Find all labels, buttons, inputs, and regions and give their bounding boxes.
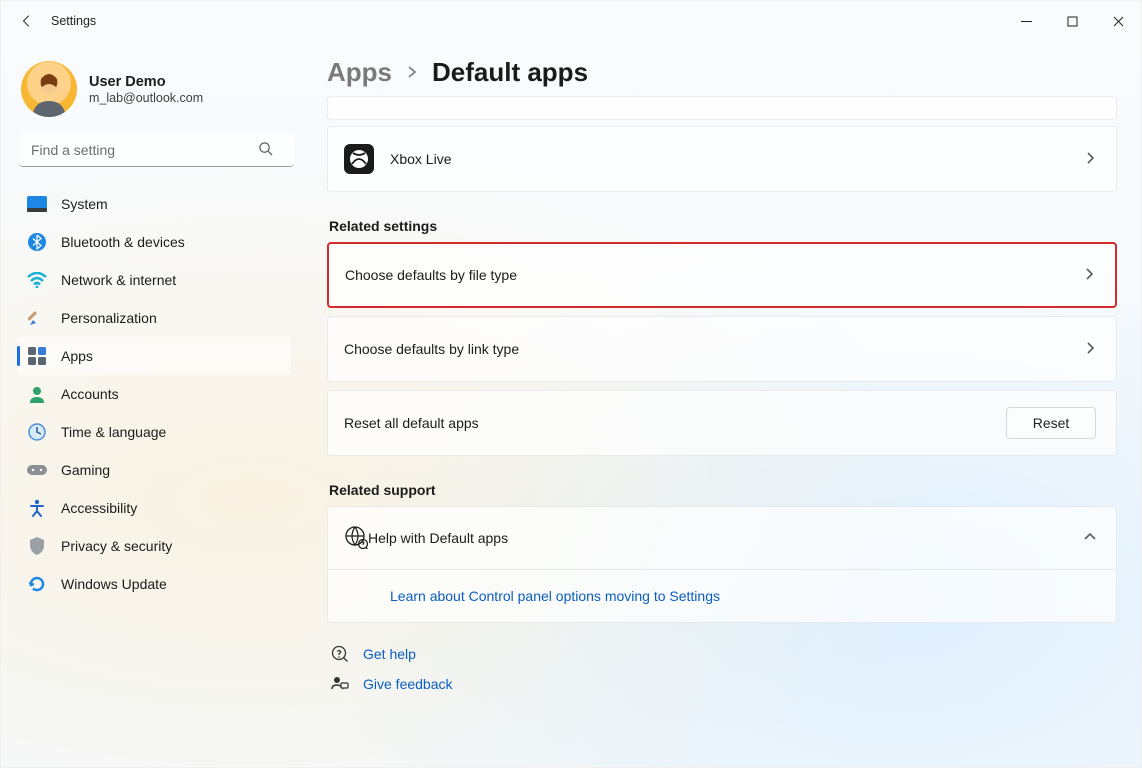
maximize-button[interactable] [1049, 1, 1095, 41]
nav-label: Windows Update [61, 576, 167, 592]
feedback-icon [331, 675, 349, 693]
nav-accessibility[interactable]: Accessibility [17, 489, 291, 527]
globe-icon [344, 525, 368, 552]
nav-label: Bluetooth & devices [61, 234, 185, 250]
choose-defaults-by-file-type[interactable]: Choose defaults by file type [327, 242, 1117, 308]
nav-label: Network & internet [61, 272, 176, 288]
apps-icon [27, 346, 47, 366]
get-help-link[interactable]: Get help [331, 645, 1117, 663]
nav-system[interactable]: System [17, 185, 291, 223]
nav-label: Personalization [61, 310, 157, 326]
card-label: Choose defaults by link type [344, 341, 1084, 357]
help-icon [331, 645, 349, 663]
xbox-icon [344, 144, 374, 174]
app-list-prev-item[interactable] [327, 96, 1117, 120]
give-feedback-link[interactable]: Give feedback [331, 675, 1117, 693]
close-button[interactable] [1095, 1, 1141, 41]
nav-apps[interactable]: Apps [17, 337, 291, 375]
chevron-right-icon [1084, 341, 1096, 357]
person-icon [27, 384, 47, 404]
nav-label: Accessibility [61, 500, 137, 516]
search-input[interactable] [19, 133, 294, 167]
minimize-button[interactable] [1003, 1, 1049, 41]
card-label: Reset all default apps [344, 415, 1006, 431]
nav-windows-update[interactable]: Windows Update [17, 565, 291, 603]
breadcrumb-parent[interactable]: Apps [327, 57, 392, 88]
nav-list: System Bluetooth & devices Network & int… [17, 185, 291, 603]
nav-time-language[interactable]: Time & language [17, 413, 291, 451]
section-related-settings: Related settings [329, 218, 1117, 234]
section-related-support: Related support [329, 482, 1117, 498]
title-bar: Settings [1, 1, 1141, 41]
bluetooth-icon [27, 232, 47, 252]
nav-gaming[interactable]: Gaming [17, 451, 291, 489]
chevron-up-icon [1084, 530, 1096, 546]
window-title: Settings [51, 14, 96, 28]
search-field[interactable] [19, 133, 287, 167]
breadcrumb: Apps Default apps [327, 57, 1117, 88]
chevron-right-icon [1083, 267, 1095, 283]
user-name: User Demo [89, 74, 203, 90]
brush-icon [27, 308, 47, 328]
user-block[interactable]: User Demo m_lab@outlook.com [17, 53, 291, 129]
nav-label: Accounts [61, 386, 119, 402]
sidebar: User Demo m_lab@outlook.com System Bluet… [1, 41, 301, 767]
reset-button[interactable]: Reset [1006, 407, 1096, 439]
choose-defaults-by-link-type[interactable]: Choose defaults by link type [327, 316, 1117, 382]
back-button[interactable] [19, 13, 35, 29]
nav-personalization[interactable]: Personalization [17, 299, 291, 337]
update-icon [27, 574, 47, 594]
app-item-label: Xbox Live [390, 151, 1084, 167]
avatar [21, 61, 77, 117]
app-item-xbox-live[interactable]: Xbox Live [327, 126, 1117, 192]
get-help-label: Get help [363, 646, 416, 662]
help-link-row: Learn about Control panel options moving… [328, 569, 1116, 622]
nav-label: Privacy & security [61, 538, 172, 554]
card-label: Choose defaults by file type [345, 267, 1083, 283]
footer-links: Get help Give feedback [327, 645, 1117, 693]
learn-about-control-panel-link[interactable]: Learn about Control panel options moving… [390, 588, 720, 604]
shield-icon [27, 536, 47, 556]
nav-privacy[interactable]: Privacy & security [17, 527, 291, 565]
content-pane: Apps Default apps Xbox Live Related sett… [301, 41, 1141, 767]
page-title: Default apps [432, 57, 588, 88]
nav-label: Apps [61, 348, 93, 364]
chevron-right-icon [406, 65, 418, 81]
wifi-icon [27, 270, 47, 290]
nav-label: Gaming [61, 462, 110, 478]
nav-accounts[interactable]: Accounts [17, 375, 291, 413]
clock-icon [27, 422, 47, 442]
chevron-right-icon [1084, 151, 1096, 167]
help-card: Help with Default apps Learn about Contr… [327, 506, 1117, 623]
user-email: m_lab@outlook.com [89, 91, 203, 105]
nav-label: System [61, 196, 108, 212]
accessibility-icon [27, 498, 47, 518]
reset-default-apps-row: Reset all default apps Reset [327, 390, 1117, 456]
help-with-default-apps[interactable]: Help with Default apps [328, 507, 1116, 569]
gamepad-icon [27, 460, 47, 480]
help-title: Help with Default apps [368, 530, 1084, 546]
nav-label: Time & language [61, 424, 166, 440]
system-icon [27, 194, 47, 214]
nav-network[interactable]: Network & internet [17, 261, 291, 299]
give-feedback-label: Give feedback [363, 676, 453, 692]
nav-bluetooth[interactable]: Bluetooth & devices [17, 223, 291, 261]
